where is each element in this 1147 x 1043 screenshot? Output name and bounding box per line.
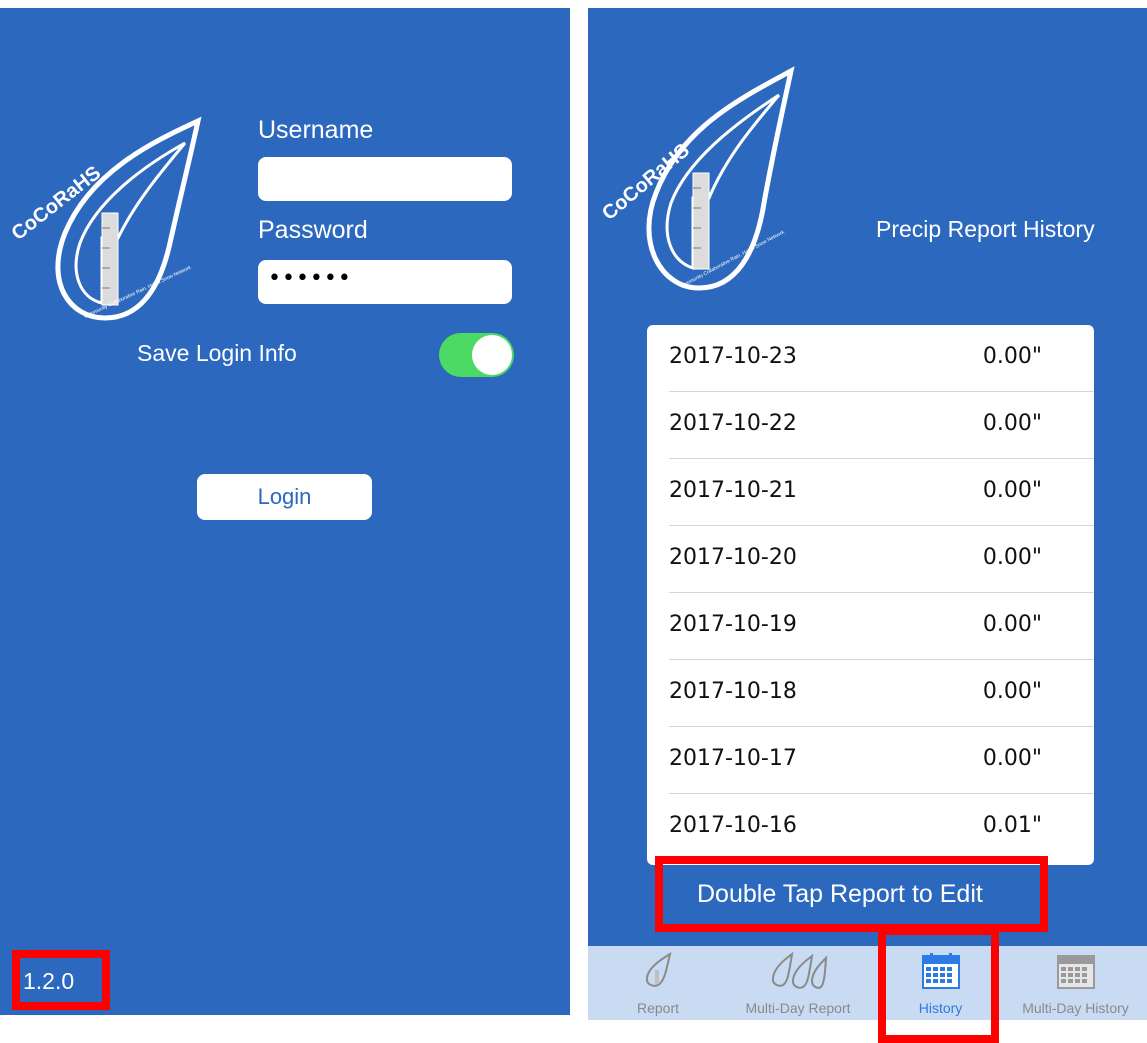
tab-multi-day-history[interactable]: Multi-Day History <box>1008 946 1143 1020</box>
tab-label: Multi-Day History <box>1022 1000 1129 1016</box>
login-button-label: Login <box>257 484 312 509</box>
version-highlight <box>12 950 110 1010</box>
report-list: 2017-10-23 0.00" 2017-10-22 0.00" 2017-1… <box>647 325 1094 865</box>
password-label: Password <box>258 216 368 244</box>
logo-subtext: Community Collaborative Rain, Hail & Sno… <box>83 265 192 320</box>
report-date: 2017-10-16 <box>669 813 797 838</box>
report-date: 2017-10-20 <box>669 545 797 570</box>
page-title: Precip Report History <box>876 216 1095 242</box>
history-tab-highlight <box>878 927 999 1043</box>
tab-report[interactable]: Report <box>618 946 698 1020</box>
report-date: 2017-10-19 <box>669 612 797 637</box>
hint-highlight <box>655 856 1048 932</box>
table-row[interactable]: 2017-10-16 0.01" <box>647 794 1094 861</box>
report-amount: 0.01" <box>982 813 1042 838</box>
report-date: 2017-10-23 <box>669 344 797 369</box>
tab-bar: Report Multi-Day Report History Multi-Da… <box>588 946 1147 1020</box>
username-label: Username <box>258 116 374 144</box>
report-amount: 0.00" <box>982 344 1042 369</box>
report-amount: 0.00" <box>982 679 1042 704</box>
save-login-toggle[interactable] <box>439 333 514 377</box>
logo-text: CoCoRaHS <box>10 162 105 245</box>
table-row[interactable]: 2017-10-20 0.00" <box>647 526 1094 593</box>
table-row[interactable]: 2017-10-23 0.00" <box>647 325 1094 392</box>
table-row[interactable]: 2017-10-17 0.00" <box>647 727 1094 794</box>
password-input[interactable]: •••••• <box>258 260 512 304</box>
report-amount: 0.00" <box>982 411 1042 436</box>
multi-raindrop-icon <box>771 952 828 989</box>
report-amount: 0.00" <box>982 545 1042 570</box>
report-amount: 0.00" <box>982 612 1042 637</box>
calendar-icon <box>1056 955 1095 989</box>
report-date: 2017-10-21 <box>669 478 797 503</box>
table-row[interactable]: 2017-10-18 0.00" <box>647 660 1094 727</box>
table-row[interactable]: 2017-10-21 0.00" <box>647 459 1094 526</box>
report-amount: 0.00" <box>982 478 1042 503</box>
tab-label: Report <box>636 1000 680 1016</box>
username-input[interactable] <box>258 157 512 201</box>
report-date: 2017-10-17 <box>669 746 797 771</box>
table-row[interactable]: 2017-10-22 0.00" <box>647 392 1094 459</box>
login-screen: CoCoRaHS Community Collaborative Rain, H… <box>0 8 570 1015</box>
cocorahs-logo: CoCoRaHS Community Collaborative Rain, H… <box>601 66 795 291</box>
report-date: 2017-10-18 <box>669 679 797 704</box>
table-row[interactable]: 2017-10-19 0.00" <box>647 593 1094 660</box>
cocorahs-logo: CoCoRaHS Community Collaborative Rain, H… <box>10 116 202 321</box>
report-amount: 0.00" <box>982 746 1042 771</box>
raindrop-icon <box>645 952 672 987</box>
report-date: 2017-10-22 <box>669 411 797 436</box>
login-button[interactable]: Login <box>197 474 372 520</box>
save-login-label: Save Login Info <box>137 340 297 366</box>
password-value: •••••• <box>268 266 352 291</box>
tab-label: Multi-Day Report <box>745 1000 851 1016</box>
toggle-knob <box>472 335 512 375</box>
tab-multi-day-report[interactable]: Multi-Day Report <box>718 946 878 1020</box>
